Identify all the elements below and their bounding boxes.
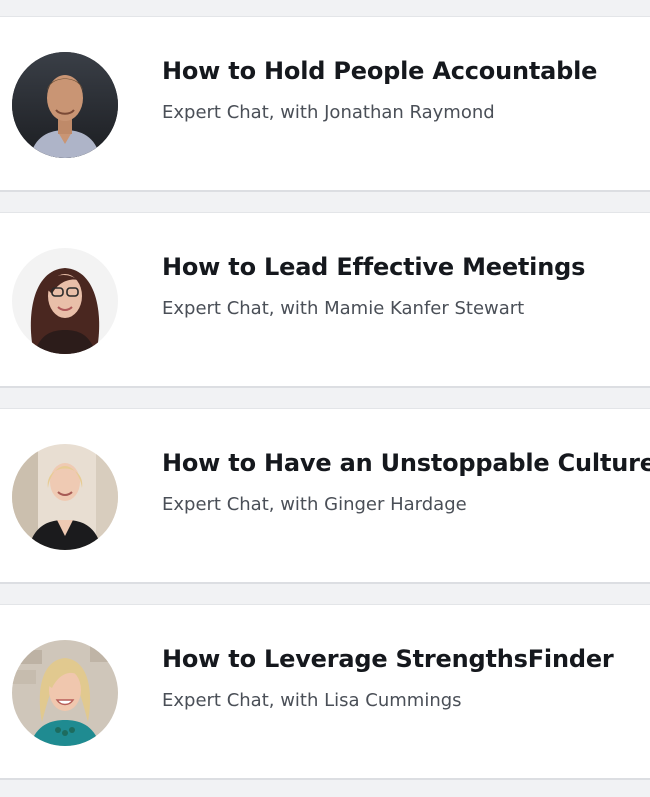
person-avatar-icon — [12, 52, 118, 158]
chat-title[interactable]: How to Lead Effective Meetings — [162, 253, 585, 281]
chat-subtitle: Expert Chat, with Lisa Cummings — [162, 690, 462, 711]
expert-chat-card[interactable]: How to Have an Unstoppable Culture Exper… — [0, 408, 650, 584]
person-avatar-icon — [12, 640, 118, 746]
chat-subtitle: Expert Chat, with Jonathan Raymond — [162, 102, 495, 123]
expert-chat-card[interactable]: How to Leverage StrengthsFinder Expert C… — [0, 604, 650, 780]
expert-chat-card[interactable]: How to Hold People Accountable Expert Ch… — [0, 16, 650, 192]
person-avatar-icon — [12, 444, 118, 550]
chat-title[interactable]: How to Hold People Accountable — [162, 57, 597, 85]
expert-chat-card[interactable]: How to Lead Effective Meetings Expert Ch… — [0, 212, 650, 388]
expert-chat-list: How to Hold People Accountable Expert Ch… — [0, 0, 650, 797]
person-avatar-icon — [12, 248, 118, 354]
chat-subtitle: Expert Chat, with Ginger Hardage — [162, 494, 467, 515]
chat-subtitle: Expert Chat, with Mamie Kanfer Stewart — [162, 298, 525, 319]
chat-title[interactable]: How to Have an Unstoppable Culture — [162, 449, 650, 477]
chat-title[interactable]: How to Leverage StrengthsFinder — [162, 645, 614, 673]
